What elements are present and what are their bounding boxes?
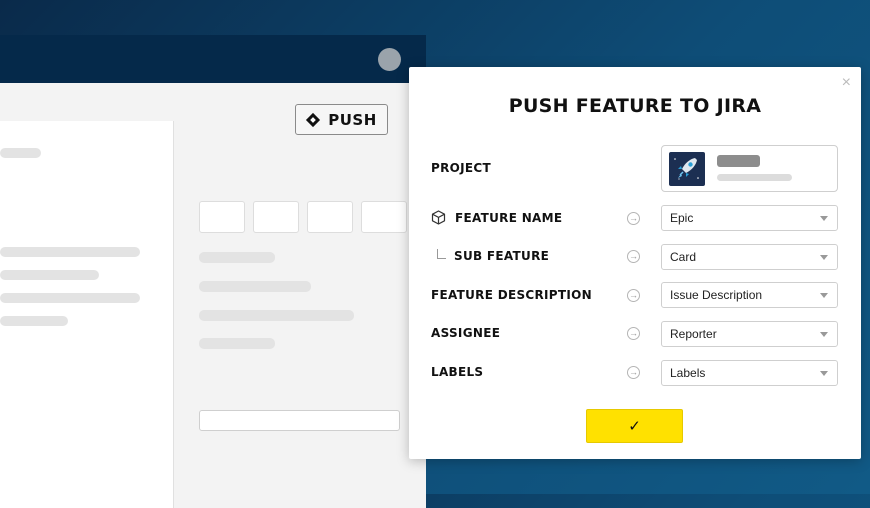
push-button-label: PUSH [328, 110, 377, 129]
placeholder-bar [0, 148, 41, 158]
feature-name-label: FEATURE NAME [431, 210, 562, 225]
placeholder-bar [199, 338, 275, 349]
sub-feature-select[interactable]: Card [661, 244, 838, 270]
placeholder-card[interactable] [307, 201, 353, 233]
arrow-right-circle-icon: → [627, 289, 640, 302]
placeholder-card[interactable] [253, 201, 299, 233]
placeholder-card[interactable] [361, 201, 407, 233]
placeholder-bar [199, 252, 275, 263]
labels-select[interactable]: Labels [661, 360, 838, 386]
placeholder-bar [0, 316, 68, 326]
placeholder-bar [0, 293, 140, 303]
sub-feature-label: SUB FEATURE [437, 249, 549, 263]
push-to-jira-dialog: × PUSH FEATURE TO JIRA PROJECT FEATURE N… [409, 67, 861, 459]
labels-label-text: LABELS [431, 365, 484, 379]
project-name-placeholder [717, 155, 760, 167]
corner-branch-icon [437, 249, 446, 259]
feature-description-select[interactable]: Issue Description [661, 282, 838, 308]
project-selector[interactable] [661, 145, 838, 192]
push-button[interactable]: PUSH [295, 104, 388, 135]
background-sidebar [0, 121, 174, 508]
assignee-label-text: ASSIGNEE [431, 326, 501, 340]
assignee-select[interactable]: Reporter [661, 321, 838, 347]
placeholder-bar [199, 310, 354, 321]
feature-description-value: Issue Description [670, 288, 763, 302]
background-app-header [0, 35, 426, 83]
chevron-down-icon [820, 255, 828, 260]
avatar[interactable] [378, 48, 401, 71]
feature-name-value: Epic [670, 211, 694, 225]
dialog-title: PUSH FEATURE TO JIRA [508, 95, 762, 117]
arrow-right-circle-icon: → [627, 212, 640, 225]
feature-name-select[interactable]: Epic [661, 205, 838, 231]
assignee-label: ASSIGNEE [431, 326, 500, 340]
feature-description-label: FEATURE DESCRIPTION [431, 288, 592, 302]
chevron-down-icon [820, 332, 828, 337]
sub-feature-value: Card [670, 250, 697, 264]
chevron-down-icon [820, 293, 828, 298]
background-text-input[interactable] [199, 410, 400, 431]
placeholder-card[interactable] [199, 201, 245, 233]
project-label: PROJECT [431, 161, 491, 175]
project-key-placeholder [717, 174, 792, 181]
sub-feature-label-text: SUB FEATURE [454, 249, 550, 263]
chevron-down-icon [820, 371, 828, 376]
placeholder-bar [0, 247, 140, 257]
labels-label: LABELS [431, 365, 483, 379]
close-icon[interactable]: × [842, 75, 851, 91]
arrow-right-circle-icon: → [627, 327, 640, 340]
chevron-down-icon [820, 216, 828, 221]
labels-value: Labels [670, 366, 706, 380]
feature-name-label-text: FEATURE NAME [455, 210, 563, 225]
project-label-text: PROJECT [431, 161, 491, 175]
arrow-right-circle-icon: → [627, 366, 640, 379]
placeholder-bar [0, 270, 99, 280]
feature-description-label-text: FEATURE DESCRIPTION [431, 288, 592, 302]
arrow-right-circle-icon: → [627, 250, 640, 263]
rocket-icon [669, 152, 705, 186]
cube-icon [431, 210, 446, 225]
placeholder-bar [199, 281, 311, 292]
checkmark-icon: ✓ [628, 417, 641, 435]
confirm-button[interactable]: ✓ [586, 409, 683, 443]
jira-diamond-icon [306, 113, 320, 127]
assignee-value: Reporter [670, 327, 717, 341]
